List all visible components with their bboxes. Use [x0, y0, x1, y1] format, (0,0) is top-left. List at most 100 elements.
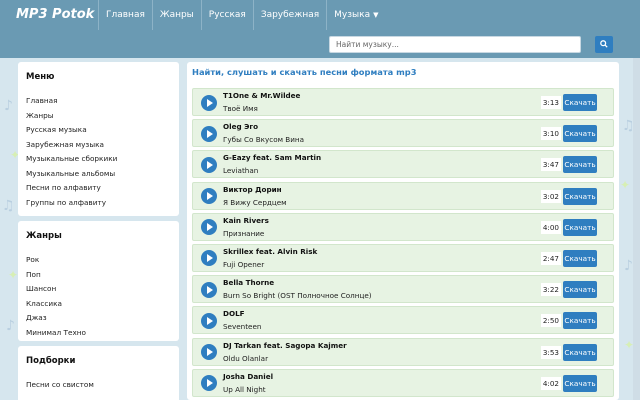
sidebar-genre-item[interactable]: Шансон [26, 282, 171, 297]
track-artist[interactable]: Kain Rivers [223, 216, 269, 225]
track-artist[interactable]: T1One & Mr.Wildee [223, 91, 300, 100]
nav-label: Жанры [159, 10, 194, 20]
nav-item-music[interactable]: Музыка ▼ [326, 0, 385, 30]
sidebar-genre-item[interactable]: Джаз [26, 311, 171, 326]
page-scrollbar[interactable] [633, 58, 640, 400]
sidebar-menu-title: Меню [26, 72, 55, 82]
play-icon[interactable] [201, 94, 217, 111]
play-icon[interactable] [201, 156, 217, 173]
track-duration: 4:02 [540, 376, 561, 390]
sidebar-collections-list: Песни со свистом [26, 378, 171, 393]
sidebar-menu-list: Главная Жанры Русская музыка Зарубежная муз… [26, 94, 171, 210]
nav-label: Русская [208, 10, 246, 20]
sidebar-genres-list: Рок Поп Шансон Классика Джаз Минимал Техно [26, 253, 171, 340]
track-artist[interactable]: DJ Tarkan feat. Sagopa Kajmer [223, 341, 347, 350]
sidebar-genre-item[interactable]: Минимал Техно [26, 326, 171, 341]
sidebar-genres: Жанры Рок Поп Шансон Классика Джаз Минимал Те… [18, 221, 179, 341]
track-row: Виктор Дорин Я Вижу Сердцем 3:02 Скачать [192, 181, 614, 210]
track-artist[interactable]: Bella Thorne [223, 278, 274, 287]
main-nav: Главная Жанры Русская Зарубежная Музыка ▼ [98, 0, 385, 30]
nav-item-russian[interactable]: Русская [200, 0, 253, 30]
sidebar-collections-title: Подборки [26, 356, 76, 366]
track-row: Kain Rivers Признание 4:00 Скачать [192, 212, 614, 241]
track-title[interactable]: Твоё Имя [223, 104, 258, 113]
track-artist[interactable]: Josha Daniel [223, 372, 273, 381]
sidebar-menu-item[interactable]: Главная [26, 94, 171, 109]
download-button[interactable]: Скачать [563, 249, 597, 267]
sidebar-genre-item[interactable]: Поп [26, 268, 171, 283]
download-button[interactable]: Скачать [563, 125, 597, 143]
track-title[interactable]: Губы Со Вкусом Вина [223, 135, 304, 144]
star-icon: ✦ [8, 268, 19, 282]
track-row: DOLF Seventeen 2:50 Скачать [192, 306, 614, 335]
track-artist[interactable]: DOLF [223, 309, 245, 318]
play-icon[interactable] [201, 312, 217, 329]
sidebar-menu-item[interactable]: Русская музыка [26, 123, 171, 138]
download-button[interactable]: Скачать [563, 343, 597, 361]
track-artist[interactable]: Oleg Эго [223, 122, 258, 131]
chevron-down-icon: ▼ [373, 11, 379, 19]
site-logo[interactable]: MP3 Potok [16, 7, 94, 22]
play-icon[interactable] [201, 375, 217, 392]
track-artist[interactable]: G-Eazy feat. Sam Martin [223, 153, 321, 162]
track-title[interactable]: Leviathan [223, 166, 258, 175]
main-content: Найти, слушать и скачать песни формата m… [187, 62, 619, 400]
track-row: Bella Thorne Burn So Bright (OST Полночно… [192, 275, 614, 304]
download-button[interactable]: Скачать [563, 94, 597, 111]
sidebar-collection-item[interactable]: Песни со свистом [26, 378, 171, 393]
play-icon[interactable] [201, 281, 217, 298]
music-note-icon: ♪ [6, 318, 15, 334]
play-icon[interactable] [201, 250, 217, 267]
download-button[interactable]: Скачать [563, 281, 597, 299]
sidebar-menu-item[interactable]: Песни по алфавиту [26, 181, 171, 196]
track-artist[interactable]: Виктор Дорин [223, 185, 282, 194]
play-icon[interactable] [201, 344, 217, 360]
sidebar-menu-item[interactable]: Жанры [26, 109, 171, 124]
play-icon[interactable] [201, 125, 217, 142]
download-button[interactable]: Скачать [563, 312, 597, 330]
track-title[interactable]: Признание [223, 229, 264, 238]
track-title[interactable]: Oldu Olanlar [223, 354, 268, 363]
track-title[interactable]: Fuji Opener [223, 260, 264, 269]
page-title: Найти, слушать и скачать песни формата m… [192, 67, 417, 77]
download-button[interactable]: Скачать [563, 374, 597, 392]
play-icon[interactable] [201, 188, 217, 205]
nav-item-home[interactable]: Главная [98, 0, 152, 30]
play-icon[interactable] [201, 219, 217, 236]
music-note-icon: ♪ [624, 258, 633, 274]
track-title[interactable]: Я Вижу Сердцем [223, 198, 287, 207]
nav-item-foreign[interactable]: Зарубежная [252, 0, 326, 30]
search-button[interactable] [595, 36, 613, 53]
download-button[interactable]: Скачать [563, 218, 597, 236]
nav-label: Зарубежная [260, 10, 320, 20]
track-title[interactable]: Up All Night [223, 385, 266, 394]
sidebar-menu-item[interactable]: Группы по алфавиту [26, 196, 171, 211]
nav-item-genres[interactable]: Жанры [151, 0, 201, 30]
track-duration: 3:13 [540, 96, 561, 109]
sidebar-genre-item[interactable]: Рок [26, 253, 171, 268]
track-duration: 2:50 [540, 314, 561, 328]
track-title[interactable]: Burn So Bright (OST Полночное Солнце) [223, 291, 372, 300]
track-list: T1One & Mr.Wildee Твоё Имя 3:13 Скачать Oleg… [192, 88, 614, 400]
search-input[interactable] [329, 36, 581, 53]
download-button[interactable]: Скачать [563, 187, 597, 205]
sidebar-menu: Меню Главная Жанры Русская музыка Зарубежна… [18, 62, 179, 216]
track-row: Skrillex feat. Alvin Risk Fuji Opener 2:47… [192, 243, 614, 272]
sidebar-genre-item[interactable]: Классика [26, 297, 171, 312]
track-title[interactable]: Seventeen [223, 322, 261, 331]
track-artist[interactable]: Skrillex feat. Alvin Risk [223, 247, 317, 256]
track-row: Josha Daniel Up All Night 4:02 Скачать [192, 368, 614, 397]
nav-label: Главная [106, 10, 145, 20]
sidebar-menu-item[interactable]: Музыкальные альбомы [26, 167, 171, 182]
track-duration: 3:10 [540, 127, 561, 141]
music-note-icon: ♫ [2, 198, 15, 214]
sidebar-collections: Подборки Песни со свистом [18, 346, 179, 400]
track-duration: 3:22 [540, 283, 561, 297]
sidebar-menu-item[interactable]: Музыкальные сборкики [26, 152, 171, 167]
search-icon [600, 40, 608, 48]
track-duration: 4:00 [540, 220, 561, 234]
track-duration: 3:53 [540, 345, 561, 359]
download-button[interactable]: Скачать [563, 156, 597, 174]
header: MP3 Potok Главная Жанры Русская Зарубежн… [0, 0, 640, 58]
sidebar-menu-item[interactable]: Зарубежная музыка [26, 138, 171, 153]
